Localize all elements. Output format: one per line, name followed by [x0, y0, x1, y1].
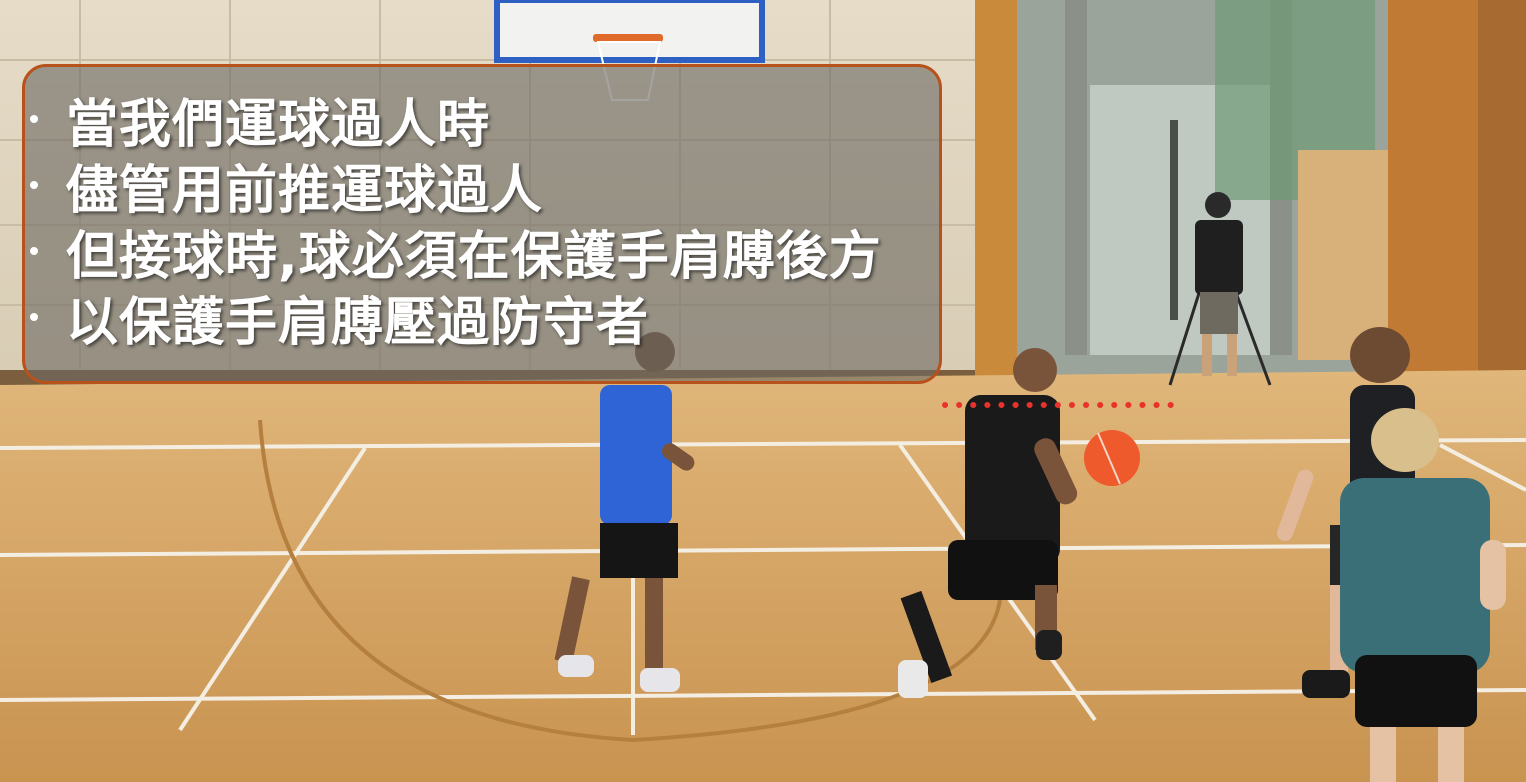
pillar-right	[1388, 0, 1478, 380]
court-floor	[0, 370, 1526, 782]
door-handle	[1170, 120, 1178, 320]
tip-line-3: 但接球時,球必須在保護手肩膊後方	[22, 218, 882, 287]
tip-line-4: 以保護手肩膊壓過防守者	[22, 284, 882, 353]
tip-text-1: 當我們運球過人時	[66, 94, 491, 155]
tip-line-2: 儘管用前推運球過人	[22, 152, 882, 221]
backboard	[494, 0, 765, 63]
bullet-dot-icon	[30, 181, 38, 189]
tip-text-4: 以保護手肩膊壓過防守者	[66, 292, 650, 353]
basketball	[1084, 430, 1140, 486]
hoop-rim	[593, 34, 663, 42]
tip-line-1: 當我們運球過人時	[22, 86, 882, 155]
bullet-dot-icon	[30, 115, 38, 123]
wall-right	[1478, 0, 1526, 380]
tip-text-3: 但接球時,球必須在保護手肩膊後方	[66, 226, 882, 287]
pillar-left	[975, 0, 1017, 385]
tip-text-2: 儘管用前推運球過人	[66, 160, 544, 221]
coaching-tips-list: 當我們運球過人時 儘管用前推運球過人 但接球時,球必須在保護手肩膊後方 以保護手…	[22, 86, 882, 353]
bullet-dot-icon	[30, 247, 38, 255]
bullet-dot-icon	[30, 313, 38, 321]
door-frame-left	[1065, 0, 1087, 355]
